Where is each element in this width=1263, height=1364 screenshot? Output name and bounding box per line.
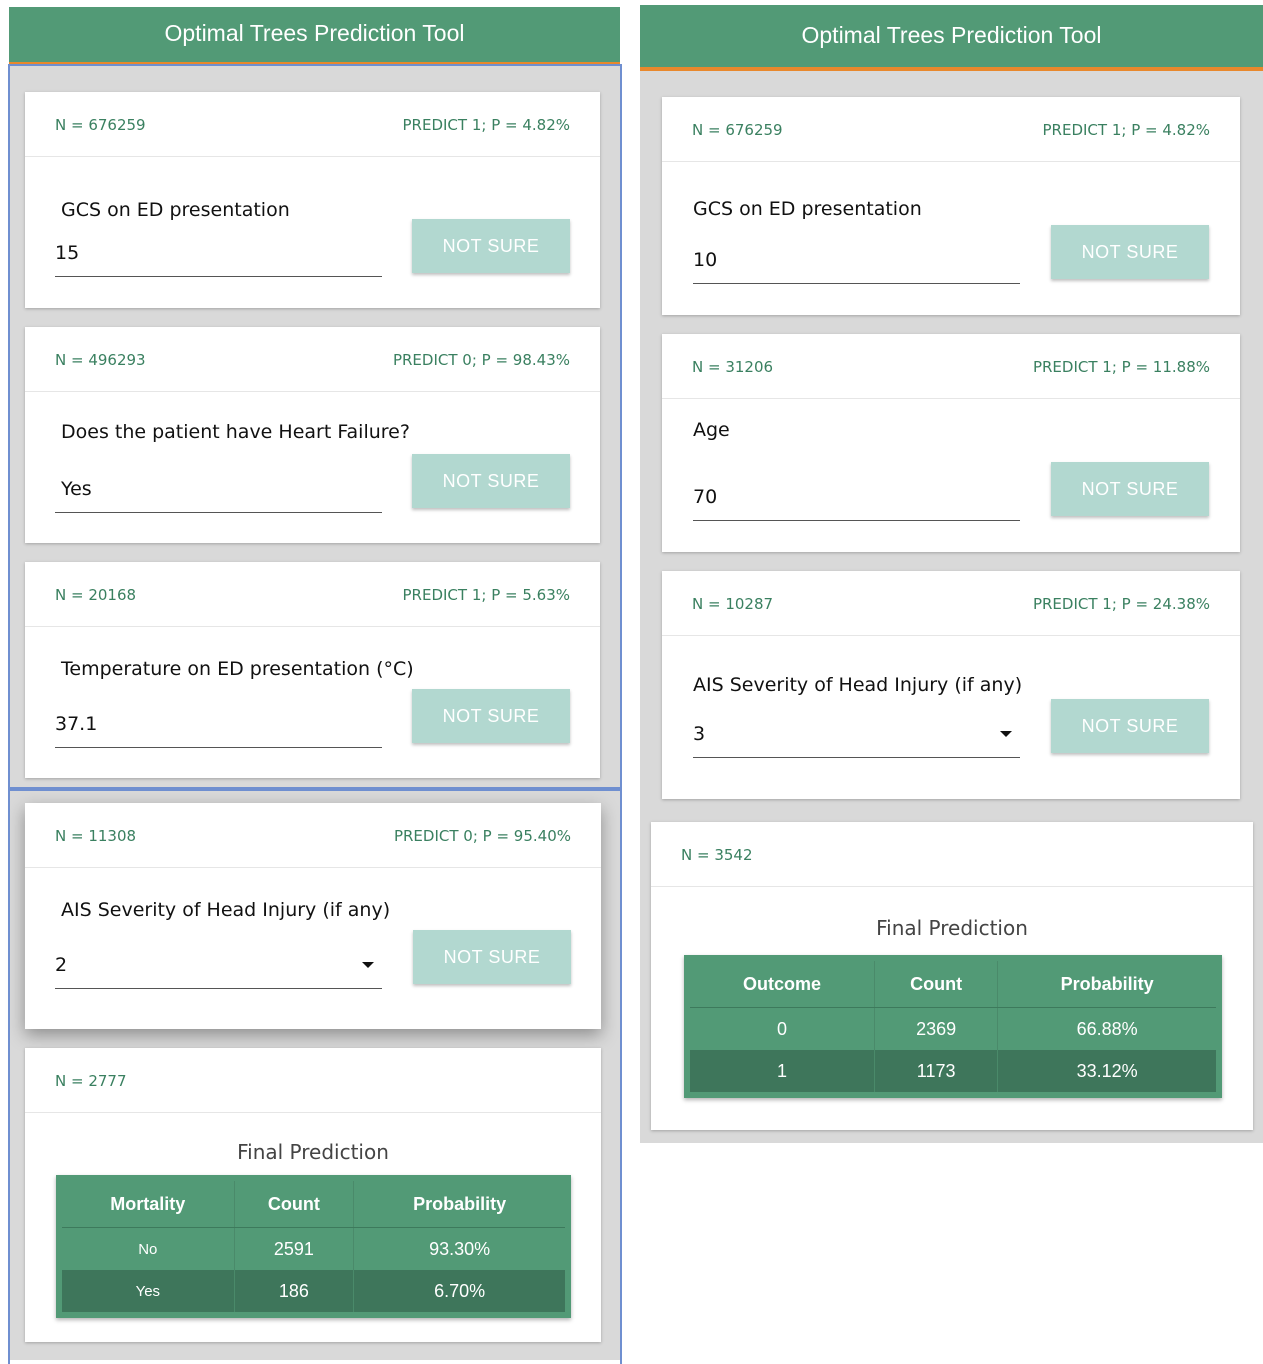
question-card-temperature: N = 20168 PREDICT 1; P = 5.63% Temperatu… — [25, 562, 600, 778]
node-prediction: PREDICT 1; P = 24.38% — [1032, 595, 1210, 613]
question-label: AIS Severity of Head Injury (if any) — [61, 899, 391, 921]
app-header-title: Optimal Trees Prediction Tool — [640, 5, 1263, 71]
node-count: N = 10287 — [692, 595, 774, 613]
column-header: Probability — [997, 958, 1219, 1008]
final-prediction-title: Final Prediction — [237, 1140, 389, 1164]
head-injury-select[interactable]: 2 — [55, 948, 382, 989]
question-card-gcs: N = 676259 PREDICT 1; P = 4.82% GCS on E… — [662, 97, 1240, 315]
gcs-input[interactable]: 10 — [693, 243, 1020, 284]
node-count: N = 31206 — [692, 358, 774, 376]
card-header: N = 31206 PREDICT 1; P = 11.88% — [662, 334, 1240, 399]
table-cell: 1173 — [873, 1050, 998, 1095]
column-header: Count — [873, 958, 998, 1008]
table-cell: 6.70% — [353, 1270, 568, 1315]
final-prediction-title: Final Prediction — [876, 916, 1028, 940]
node-count: N = 2777 — [55, 1072, 127, 1090]
question-card-heart-failure: N = 496293 PREDICT 0; P = 98.43% Does th… — [25, 327, 600, 543]
card-header: N = 676259 PREDICT 1; P = 4.82% — [662, 97, 1240, 162]
app-header-title: Optimal Trees Prediction Tool — [9, 7, 620, 66]
card-header: N = 20168 PREDICT 1; P = 5.63% — [25, 562, 600, 627]
not-sure-button[interactable]: NOT SURE — [413, 930, 571, 984]
question-label: Does the patient have Heart Failure? — [61, 421, 410, 443]
card-header: N = 2777 — [25, 1048, 601, 1113]
chevron-down-icon — [1000, 731, 1012, 737]
input-value: 10 — [693, 249, 718, 271]
column-header: Probability — [353, 1178, 568, 1228]
select-value: 2 — [55, 954, 68, 976]
card-header: N = 3542 — [651, 822, 1253, 887]
table-cell: 66.88% — [997, 1007, 1219, 1050]
final-prediction-card: N = 3542 Final Prediction Outcome Count … — [651, 822, 1253, 1130]
node-prediction: PREDICT 0; P = 98.43% — [392, 351, 570, 369]
input-value: 37.1 — [55, 713, 98, 735]
node-prediction: PREDICT 1; P = 4.82% — [402, 116, 571, 134]
question-card-head-injury: N = 10287 PREDICT 1; P = 24.38% AIS Seve… — [662, 571, 1240, 799]
heart-failure-input[interactable]: Yes — [55, 472, 382, 513]
question-card-age: N = 31206 PREDICT 1; P = 11.88% Age 70 N… — [662, 334, 1240, 552]
not-sure-button[interactable]: NOT SURE — [1051, 462, 1209, 516]
card-header: N = 10287 PREDICT 1; P = 24.38% — [662, 571, 1240, 636]
table-cell: No — [138, 1240, 158, 1258]
table-cell: 0 — [776, 1018, 787, 1039]
not-sure-button[interactable]: NOT SURE — [1051, 225, 1209, 279]
not-sure-button[interactable]: NOT SURE — [1051, 699, 1209, 753]
question-card-gcs: N = 676259 PREDICT 1; P = 4.82% GCS on E… — [25, 92, 600, 308]
head-injury-select[interactable]: 3 — [693, 717, 1020, 758]
question-label: Age — [693, 419, 730, 441]
node-count: N = 496293 — [55, 351, 146, 369]
age-input[interactable]: 70 — [693, 480, 1020, 521]
node-count: N = 676259 — [55, 116, 146, 134]
card-header: N = 11308 PREDICT 0; P = 95.40% — [25, 803, 601, 868]
not-sure-button[interactable]: NOT SURE — [412, 454, 570, 508]
node-count: N = 3542 — [681, 846, 753, 864]
table-cell: 1 — [687, 1050, 875, 1095]
table-row: 0 2369 66.88% — [687, 1007, 1219, 1050]
column-header: Mortality — [59, 1178, 235, 1228]
question-card-head-injury: N = 11308 PREDICT 0; P = 95.40% AIS Seve… — [25, 803, 601, 1029]
result-table: Outcome Count Probability 0 2369 66.88% … — [684, 955, 1222, 1098]
temperature-input[interactable]: 37.1 — [55, 707, 382, 748]
left-panel: Optimal Trees Prediction Tool N = 676259… — [9, 7, 620, 1360]
table-header-row: Mortality Count Probability — [59, 1178, 568, 1228]
card-header: N = 676259 PREDICT 1; P = 4.82% — [25, 92, 600, 157]
input-value: 70 — [693, 486, 718, 508]
column-header: Count — [233, 1178, 354, 1228]
input-value: 15 — [55, 242, 80, 264]
card-header: N = 496293 PREDICT 0; P = 98.43% — [25, 327, 600, 392]
table-cell: 93.30% — [353, 1227, 568, 1270]
table-row: Yes 186 6.70% — [59, 1270, 568, 1315]
node-prediction: PREDICT 1; P = 4.82% — [1042, 121, 1211, 139]
final-prediction-card: N = 2777 Final Prediction Mortality Coun… — [25, 1048, 601, 1342]
question-label: Temperature on ED presentation (°C) — [61, 658, 414, 680]
node-prediction: PREDICT 0; P = 95.40% — [393, 827, 571, 845]
table-row: 1 1173 33.12% — [687, 1050, 1219, 1095]
table-row: No 2591 93.30% — [59, 1227, 568, 1270]
not-sure-button[interactable]: NOT SURE — [412, 689, 570, 743]
node-prediction: PREDICT 1; P = 5.63% — [402, 586, 571, 604]
result-table: Mortality Count Probability No 2591 93.3… — [56, 1175, 571, 1318]
input-value: Yes — [61, 478, 92, 500]
chevron-down-icon — [362, 962, 374, 968]
question-label: AIS Severity of Head Injury (if any) — [693, 674, 1023, 696]
node-count: N = 11308 — [55, 827, 137, 845]
not-sure-button[interactable]: NOT SURE — [412, 219, 570, 273]
table-cell: 186 — [233, 1270, 354, 1315]
table-cell: 2591 — [233, 1227, 354, 1270]
column-header: Outcome — [687, 958, 875, 1008]
question-label: GCS on ED presentation — [693, 198, 922, 220]
select-value: 3 — [693, 723, 706, 745]
right-panel: Optimal Trees Prediction Tool N = 676259… — [640, 5, 1263, 1143]
table-header-row: Outcome Count Probability — [687, 958, 1219, 1008]
table-cell: Yes — [59, 1270, 235, 1315]
node-count: N = 676259 — [692, 121, 783, 139]
question-label: GCS on ED presentation — [61, 199, 290, 221]
table-cell: 2369 — [873, 1007, 998, 1050]
node-count: N = 20168 — [55, 586, 137, 604]
gcs-input[interactable]: 15 — [55, 236, 382, 277]
node-prediction: PREDICT 1; P = 11.88% — [1032, 358, 1210, 376]
table-cell: 33.12% — [997, 1050, 1219, 1095]
